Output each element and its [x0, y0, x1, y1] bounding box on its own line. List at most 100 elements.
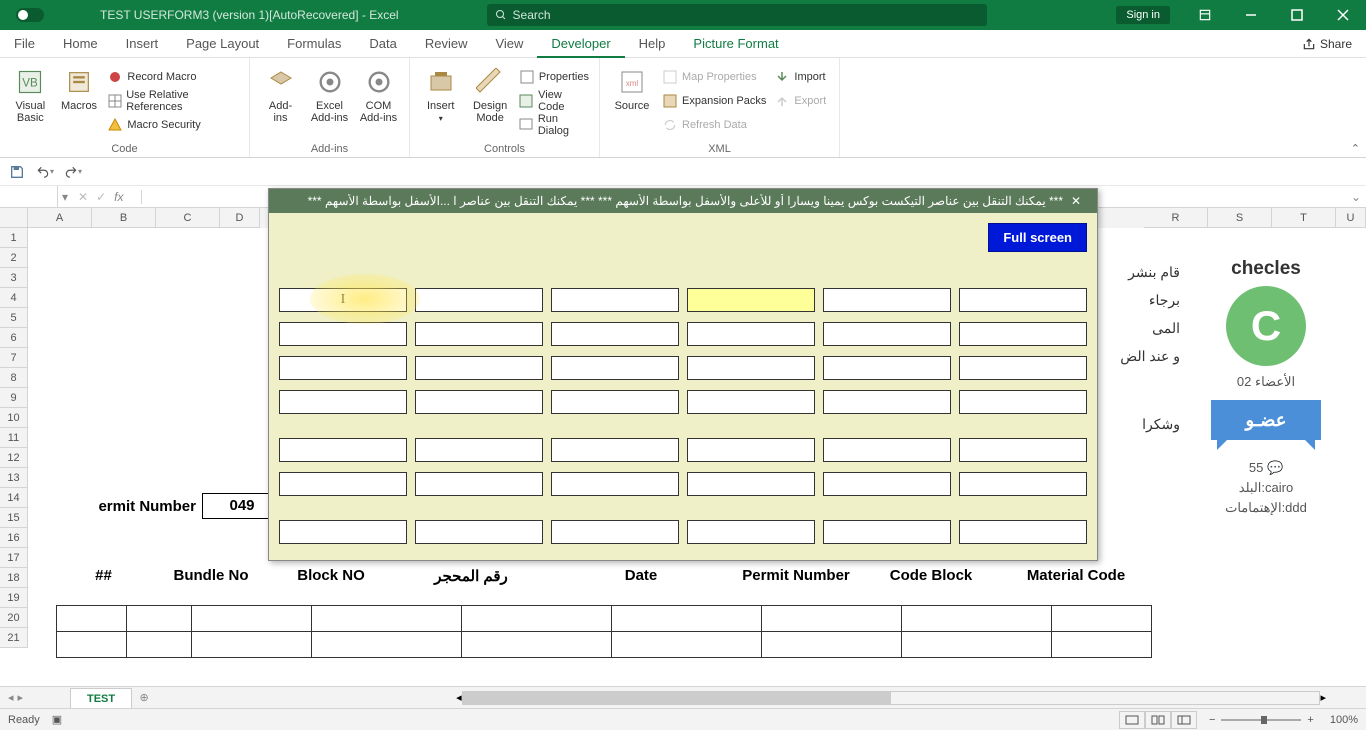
textbox-input[interactable]	[551, 438, 679, 462]
textbox-input[interactable]	[551, 288, 679, 312]
textbox-input[interactable]	[823, 356, 951, 380]
textbox-input[interactable]	[687, 288, 815, 312]
page-layout-view-icon[interactable]	[1145, 711, 1171, 729]
import-button[interactable]: Import	[772, 66, 828, 88]
textbox-input[interactable]	[687, 356, 815, 380]
textbox-input[interactable]	[823, 390, 951, 414]
share-button[interactable]: Share	[1302, 37, 1366, 51]
redo-icon[interactable]: ▾	[64, 163, 82, 181]
textbox-input[interactable]	[959, 356, 1087, 380]
data-table[interactable]	[56, 605, 1152, 658]
zoom-controls[interactable]: − + 100%	[1209, 714, 1358, 726]
namebox-dropdown-icon[interactable]: ▾	[58, 190, 72, 204]
autosave-toggle[interactable]	[0, 8, 60, 22]
col-header[interactable]: C	[156, 208, 220, 228]
row-header[interactable]: 10	[0, 408, 28, 428]
cancel-icon[interactable]: ✕	[78, 190, 88, 204]
maximize-icon[interactable]	[1274, 0, 1320, 30]
row-header[interactable]: 19	[0, 588, 28, 608]
textbox-input[interactable]	[959, 472, 1087, 496]
row-header[interactable]: 9	[0, 388, 28, 408]
relative-refs-button[interactable]: Use Relative References	[105, 90, 241, 112]
enter-icon[interactable]: ✓	[96, 190, 106, 204]
ribbon-options-icon[interactable]	[1182, 0, 1228, 30]
undo-icon[interactable]: ▾	[36, 163, 54, 181]
textbox-input[interactable]	[415, 520, 543, 544]
sheet-tab[interactable]: TEST	[70, 688, 132, 708]
zoom-slider[interactable]	[1221, 719, 1301, 721]
row-header[interactable]: 12	[0, 448, 28, 468]
textbox-input[interactable]	[415, 322, 543, 346]
row-header[interactable]: 1	[0, 228, 28, 248]
col-header[interactable]: B	[92, 208, 156, 228]
row-header[interactable]: 17	[0, 548, 28, 568]
row-header[interactable]: 15	[0, 508, 28, 528]
textbox-input[interactable]	[279, 520, 407, 544]
textbox-input[interactable]	[959, 322, 1087, 346]
page-break-view-icon[interactable]	[1171, 711, 1197, 729]
textbox-input[interactable]	[823, 472, 951, 496]
close-icon[interactable]	[1320, 0, 1366, 30]
row-header[interactable]: 7	[0, 348, 28, 368]
row-header[interactable]: 2	[0, 248, 28, 268]
textbox-input[interactable]	[415, 356, 543, 380]
run-dialog-button[interactable]: Run Dialog	[517, 114, 591, 136]
row-header[interactable]: 13	[0, 468, 28, 488]
view-code-button[interactable]: View Code	[517, 90, 591, 112]
col-header[interactable]: S	[1208, 208, 1272, 228]
textbox-input[interactable]	[687, 520, 815, 544]
normal-view-icon[interactable]	[1119, 711, 1145, 729]
tab-formulas[interactable]: Formulas	[273, 30, 355, 58]
textbox-input[interactable]: I	[279, 288, 407, 312]
sheet-nav[interactable]: ◂▸	[0, 691, 70, 704]
col-header[interactable]: T	[1272, 208, 1336, 228]
tab-help[interactable]: Help	[625, 30, 680, 58]
tab-view[interactable]: View	[481, 30, 537, 58]
textbox-input[interactable]	[415, 390, 543, 414]
row-header[interactable]: 14	[0, 488, 28, 508]
textbox-input[interactable]	[687, 438, 815, 462]
tab-developer[interactable]: Developer	[537, 30, 624, 58]
textbox-input[interactable]	[959, 438, 1087, 462]
tab-file[interactable]: File	[0, 30, 49, 58]
expand-formula-icon[interactable]: ⌄	[1346, 190, 1366, 204]
textbox-input[interactable]	[551, 322, 679, 346]
textbox-input[interactable]	[959, 288, 1087, 312]
textbox-input[interactable]	[823, 520, 951, 544]
userform-titlebar[interactable]: *** يمكنك التنقل بين عناصر التيكست بوكس …	[269, 189, 1097, 213]
tab-pagelayout[interactable]: Page Layout	[172, 30, 273, 58]
textbox-input[interactable]	[551, 390, 679, 414]
signin-button[interactable]: Sign in	[1116, 6, 1170, 24]
select-all-corner[interactable]	[0, 208, 28, 228]
textbox-input[interactable]	[279, 438, 407, 462]
textbox-input[interactable]	[551, 520, 679, 544]
row-header[interactable]: 6	[0, 328, 28, 348]
textbox-input[interactable]	[279, 356, 407, 380]
zoom-in-icon[interactable]: +	[1307, 714, 1313, 726]
textbox-input[interactable]	[551, 472, 679, 496]
row-header[interactable]: 20	[0, 608, 28, 628]
tab-pictureformat[interactable]: Picture Format	[679, 30, 792, 58]
textbox-input[interactable]	[823, 438, 951, 462]
col-header[interactable]: A	[28, 208, 92, 228]
tab-data[interactable]: Data	[355, 30, 410, 58]
col-header[interactable]: D	[220, 208, 260, 228]
macro-record-icon[interactable]: ▣	[52, 713, 62, 726]
tab-review[interactable]: Review	[411, 30, 482, 58]
row-header[interactable]: 8	[0, 368, 28, 388]
collapse-ribbon-icon[interactable]: ⌃	[1351, 142, 1360, 155]
textbox-input[interactable]	[279, 322, 407, 346]
row-header[interactable]: 3	[0, 268, 28, 288]
textbox-input[interactable]	[415, 472, 543, 496]
textbox-input[interactable]	[687, 472, 815, 496]
textbox-input[interactable]	[687, 390, 815, 414]
minimize-icon[interactable]	[1228, 0, 1274, 30]
col-header[interactable]: U	[1336, 208, 1366, 228]
row-header[interactable]: 16	[0, 528, 28, 548]
textbox-input[interactable]	[959, 390, 1087, 414]
name-box[interactable]	[0, 186, 58, 207]
record-macro-button[interactable]: Record Macro	[105, 66, 241, 88]
row-header[interactable]: 5	[0, 308, 28, 328]
textbox-input[interactable]	[415, 288, 543, 312]
textbox-input[interactable]	[687, 322, 815, 346]
